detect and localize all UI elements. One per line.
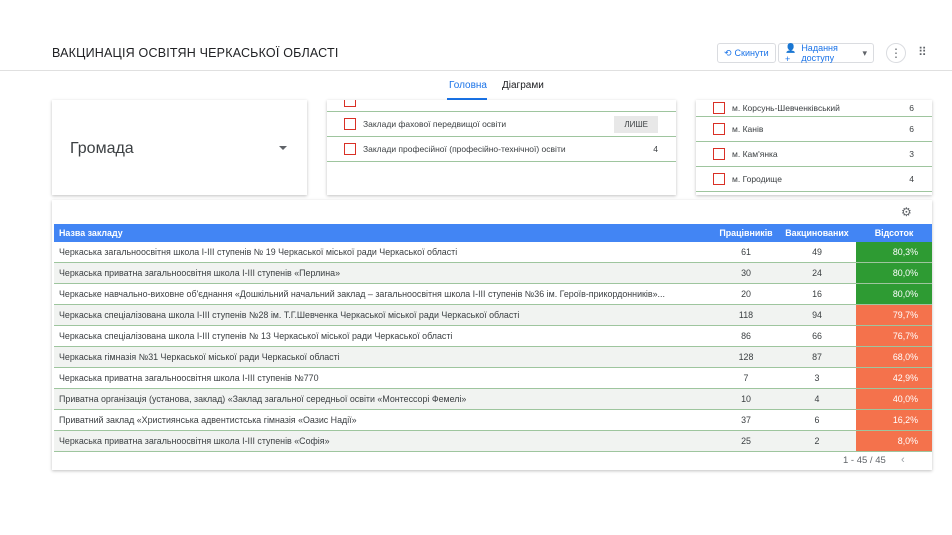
cell-vaccinated: 49 [778,242,856,263]
cell-name: Черкаська спеціалізована школа І-ІІІ сту… [54,304,714,326]
cell-percent: 80,3% [856,242,932,263]
cell-workers: 7 [714,367,778,389]
cell-vaccinated: 66 [778,325,856,347]
share-button[interactable]: 👤+ Надання доступу ▾ [778,42,874,64]
cell-name: Черкаське навчально-виховне об'єднання «… [54,283,714,305]
cell-workers: 20 [714,283,778,305]
cell-name: Черкаська загальноосвітня школа І-ІІІ ст… [54,242,714,263]
filter-item[interactable]: Заклади професійної (професійно-технічно… [327,137,676,162]
cell-workers: 10 [714,388,778,410]
filter-item[interactable]: м. Кам'янка 3 [696,142,932,167]
cell-workers: 61 [714,242,778,263]
cell-percent: 79,7% [856,304,932,326]
hromada-filter-label: Громада [70,140,134,157]
checkbox[interactable] [713,173,725,185]
filter-item[interactable]: м. Канів 6 [696,117,932,142]
cell-name: Черкаська гімназія №31 Черкаської місько… [54,346,714,368]
cell-workers: 86 [714,325,778,347]
cell-name: Черкаська приватна загальноосвітня школа… [54,430,714,452]
cell-vaccinated: 3 [778,367,856,389]
tab-charts[interactable]: Діаграми [502,80,544,91]
table-row[interactable]: Приватний заклад «Християнська адвентист… [54,409,932,431]
pagination-text: 1 - 45 / 45 [843,455,886,466]
table-row[interactable]: Черкаська спеціалізована школа І-ІІІ сту… [54,304,932,326]
dropdown-arrow-icon[interactable] [279,146,287,150]
cell-percent: 76,7% [856,325,932,347]
chevron-left-icon[interactable]: ‹ [901,454,905,466]
cell-vaccinated: 2 [778,430,856,452]
cell-name: Приватна організація (установа, заклад) … [54,388,714,410]
table-row[interactable]: Черкаська приватна загальноосвітня школа… [54,367,932,389]
filter-settings-icon[interactable]: ⚙ [901,205,912,219]
filter-item[interactable]: Заклади фахової передвищої освіти ЛИШЕ [327,112,676,137]
column-header-vaccinated[interactable]: Вакцинованих [778,224,856,242]
cell-percent: 8,0% [856,430,932,452]
cell-vaccinated: 6 [778,409,856,431]
checkbox[interactable] [344,118,356,130]
table-row[interactable]: Черкаське навчально-виховне об'єднання «… [54,283,932,305]
cell-name: Черкаська спеціалізована школа І-ІІІ сту… [54,325,714,347]
column-header-workers[interactable]: Працівників [714,224,778,242]
undo-icon: ⟲ [724,47,732,58]
cell-percent: 80,0% [856,283,932,305]
add-person-icon: 👤+ [785,42,797,64]
checkbox[interactable] [344,143,356,155]
cell-workers: 37 [714,409,778,431]
checkbox[interactable] [713,148,725,160]
cell-name: Черкаська приватна загальноосвітня школа… [54,262,714,284]
cell-percent: 68,0% [856,346,932,368]
table-row[interactable]: Черкаська загальноосвітня школа І-ІІІ ст… [54,242,932,263]
cell-percent: 80,0% [856,262,932,284]
tab-home[interactable]: Головна [449,80,487,91]
column-header-percent[interactable]: Відсоток [856,224,932,242]
checkbox[interactable] [713,102,725,114]
cell-workers: 118 [714,304,778,326]
cell-percent: 16,2% [856,409,932,431]
city-filter: м. Корсунь-Шевченківський 6 м. Канів 6 м… [696,100,932,195]
cell-workers: 30 [714,262,778,284]
chevron-down-icon[interactable]: ▾ [862,48,867,59]
institution-type-filter: Заклади фахової передвищої освіти ЛИШЕ З… [327,100,676,195]
cell-vaccinated: 94 [778,304,856,326]
cell-vaccinated: 87 [778,346,856,368]
cell-name: Черкаська приватна загальноосвітня школа… [54,367,714,389]
schools-table: Назва закладу Працівників Вакцинованих В… [54,224,932,452]
table-row[interactable]: Черкаська приватна загальноосвітня школа… [54,430,932,452]
cell-vaccinated: 4 [778,388,856,410]
table-row[interactable]: Черкаська гімназія №31 Черкаської місько… [54,346,932,368]
filter-item[interactable]: м. Корсунь-Шевченківський 6 [696,100,932,117]
table-row[interactable]: Приватна організація (установа, заклад) … [54,388,932,410]
apps-grid-icon[interactable]: ⠿ [918,45,927,59]
cell-name: Приватний заклад «Християнська адвентист… [54,409,714,431]
only-button[interactable]: ЛИШЕ [614,115,658,133]
table-header-row: Назва закладу Працівників Вакцинованих В… [54,224,932,242]
table-row[interactable]: Черкаська спеціалізована школа І-ІІІ сту… [54,325,932,347]
checkbox[interactable] [713,123,725,135]
checkbox[interactable] [344,100,356,107]
cell-percent: 42,9% [856,367,932,389]
cell-percent: 40,0% [856,388,932,410]
reset-button[interactable]: ⟲ Скинути [717,43,776,63]
column-header-name[interactable]: Назва закладу [54,224,714,242]
filter-item[interactable]: м. Городище 4 [696,167,932,192]
cell-workers: 128 [714,346,778,368]
more-options-icon[interactable]: ⋮ [886,43,906,63]
cell-workers: 25 [714,430,778,452]
report-title: ВАКЦИНАЦІЯ ОСВІТЯН ЧЕРКАСЬКОЇ ОБЛАСТІ [52,46,339,60]
cell-vaccinated: 24 [778,262,856,284]
table-row[interactable]: Черкаська приватна загальноосвітня школа… [54,262,932,284]
cell-vaccinated: 16 [778,283,856,305]
